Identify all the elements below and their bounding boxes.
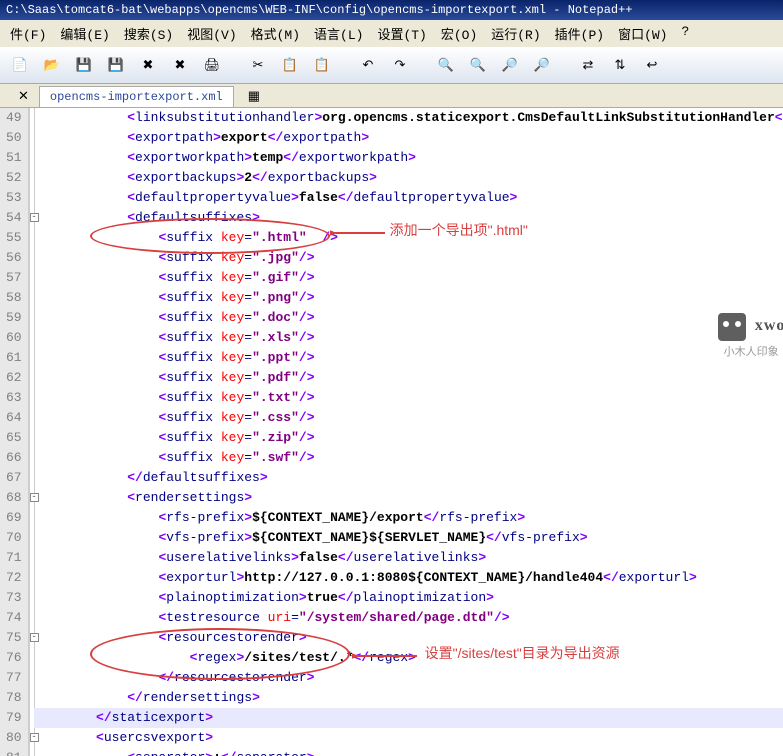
code-line[interactable]: <defaultpropertyvalue>false</defaultprop… (34, 188, 783, 208)
window-title: C:\Saas\tomcat6-bat\webapps\opencms\WEB-… (0, 0, 783, 20)
code-line[interactable]: <suffix key=".xls"/> (34, 328, 783, 348)
menu-item[interactable]: 搜索(S) (118, 22, 179, 45)
code-line[interactable]: <exportbackups>2</exportbackups> (34, 168, 783, 188)
code-line[interactable]: </rendersettings> (34, 688, 783, 708)
print-icon[interactable]: 🖨 (198, 51, 226, 79)
wrap-icon[interactable]: ↩ (638, 51, 666, 79)
close-icon[interactable]: ✖ (134, 51, 162, 79)
code-line[interactable]: </defaultsuffixes> (34, 468, 783, 488)
code-line[interactable]: <suffix key=".jpg"/> (34, 248, 783, 268)
code-line[interactable]: <exportworkpath>temp</exportworkpath> (34, 148, 783, 168)
menu-item[interactable]: ? (675, 22, 695, 45)
redo-icon[interactable]: ↷ (386, 51, 414, 79)
code-line[interactable]: <rendersettings> (34, 488, 783, 508)
paste-icon[interactable]: 📋 (308, 51, 336, 79)
replace-icon[interactable]: 🔍 (464, 51, 492, 79)
code-line[interactable]: <suffix key=".pdf"/> (34, 368, 783, 388)
menu-item[interactable]: 运行(R) (485, 22, 546, 45)
code-line[interactable]: <suffix key=".ppt"/> (34, 348, 783, 368)
code-line[interactable]: <suffix key=".doc"/> (34, 308, 783, 328)
line-number-gutter: 4950515253545556575859606162636465666768… (0, 108, 29, 756)
menu-item[interactable]: 语言(L) (308, 22, 369, 45)
toolbar: 📄📂💾💾✖✖🖨✂📋📋↶↷🔍🔍🔎🔎⇄⇅↩ (0, 47, 783, 84)
code-line[interactable]: <resourcestorender> (34, 628, 783, 648)
code-line[interactable]: <linksubstitutionhandler>org.opencms.sta… (34, 108, 783, 128)
closeall-icon[interactable]: ✖ (166, 51, 194, 79)
menu-item[interactable]: 视图(V) (181, 22, 242, 45)
copy-icon[interactable]: 📋 (276, 51, 304, 79)
menu-item[interactable]: 插件(P) (549, 22, 610, 45)
menu-item[interactable]: 格式(M) (245, 22, 306, 45)
tab-overflow-icon[interactable]: ▦ (242, 87, 266, 106)
save-icon[interactable]: 💾 (70, 51, 98, 79)
close-icon[interactable]: ✕ (12, 87, 35, 106)
code-line[interactable]: <rfs-prefix>${CONTEXT_NAME}/export</rfs-… (34, 508, 783, 528)
code-line[interactable]: </resourcestorender> (34, 668, 783, 688)
menu-item[interactable]: 宏(O) (435, 22, 483, 45)
code-line[interactable]: <exportpath>export</exportpath> (34, 128, 783, 148)
menu-bar: 件(F)编辑(E)搜索(S)视图(V)格式(M)语言(L)设置(T)宏(O)运行… (0, 20, 783, 47)
code-line[interactable]: <suffix key=".txt"/> (34, 388, 783, 408)
code-line[interactable]: <plainoptimization>true</plainoptimizati… (34, 588, 783, 608)
menu-item[interactable]: 窗口(W) (612, 22, 673, 45)
find-icon[interactable]: 🔍 (432, 51, 460, 79)
code-line[interactable]: <separator>;</separator> (34, 748, 783, 756)
menu-item[interactable]: 设置(T) (371, 22, 432, 45)
code-line[interactable]: <regex>/sites/test/.*</regex> (34, 648, 783, 668)
editor-area[interactable]: 4950515253545556575859606162636465666768… (0, 108, 783, 756)
code-line[interactable]: <usercsvexport> (34, 728, 783, 748)
cut-icon[interactable]: ✂ (244, 51, 272, 79)
code-line[interactable]: <defaultsuffixes> (34, 208, 783, 228)
tab-bar: ✕ opencms-importexport.xml ▦ (0, 84, 783, 108)
code-line[interactable]: <suffix key=".css"/> (34, 408, 783, 428)
code-line[interactable]: <testresource uri="/system/shared/page.d… (34, 608, 783, 628)
code-line[interactable]: <suffix key=".swf"/> (34, 448, 783, 468)
code-line[interactable]: <userelativelinks>false</userelativelink… (34, 548, 783, 568)
zoom-icon[interactable]: 🔎 (496, 51, 524, 79)
toggle2-icon[interactable]: ⇅ (606, 51, 634, 79)
zoomout-icon[interactable]: 🔎 (528, 51, 556, 79)
code-line[interactable]: </staticexport> (34, 708, 783, 728)
menu-item[interactable]: 编辑(E) (54, 22, 115, 45)
code-line[interactable]: <vfs-prefix>${CONTEXT_NAME}${SERVLET_NAM… (34, 528, 783, 548)
saveall-icon[interactable]: 💾 (102, 51, 130, 79)
new-icon[interactable]: 📄 (6, 51, 34, 79)
watermark: xwood.net 小木人印象 (718, 313, 783, 362)
robot-icon (718, 313, 746, 341)
code-line[interactable]: <exporturl>http://127.0.0.1:8080${CONTEX… (34, 568, 783, 588)
undo-icon[interactable]: ↶ (354, 51, 382, 79)
code-content[interactable]: 添加一个导出项".html" 设置"/sites/test"目录为导出资源 xw… (30, 108, 783, 756)
code-line[interactable]: <suffix key=".png"/> (34, 288, 783, 308)
open-icon[interactable]: 📂 (38, 51, 66, 79)
menu-item[interactable]: 件(F) (4, 22, 52, 45)
code-line[interactable]: <suffix key=".html" /> (34, 228, 783, 248)
code-line[interactable]: <suffix key=".zip"/> (34, 428, 783, 448)
code-line[interactable]: <suffix key=".gif"/> (34, 268, 783, 288)
file-tab[interactable]: opencms-importexport.xml (39, 86, 234, 107)
toggle1-icon[interactable]: ⇄ (574, 51, 602, 79)
